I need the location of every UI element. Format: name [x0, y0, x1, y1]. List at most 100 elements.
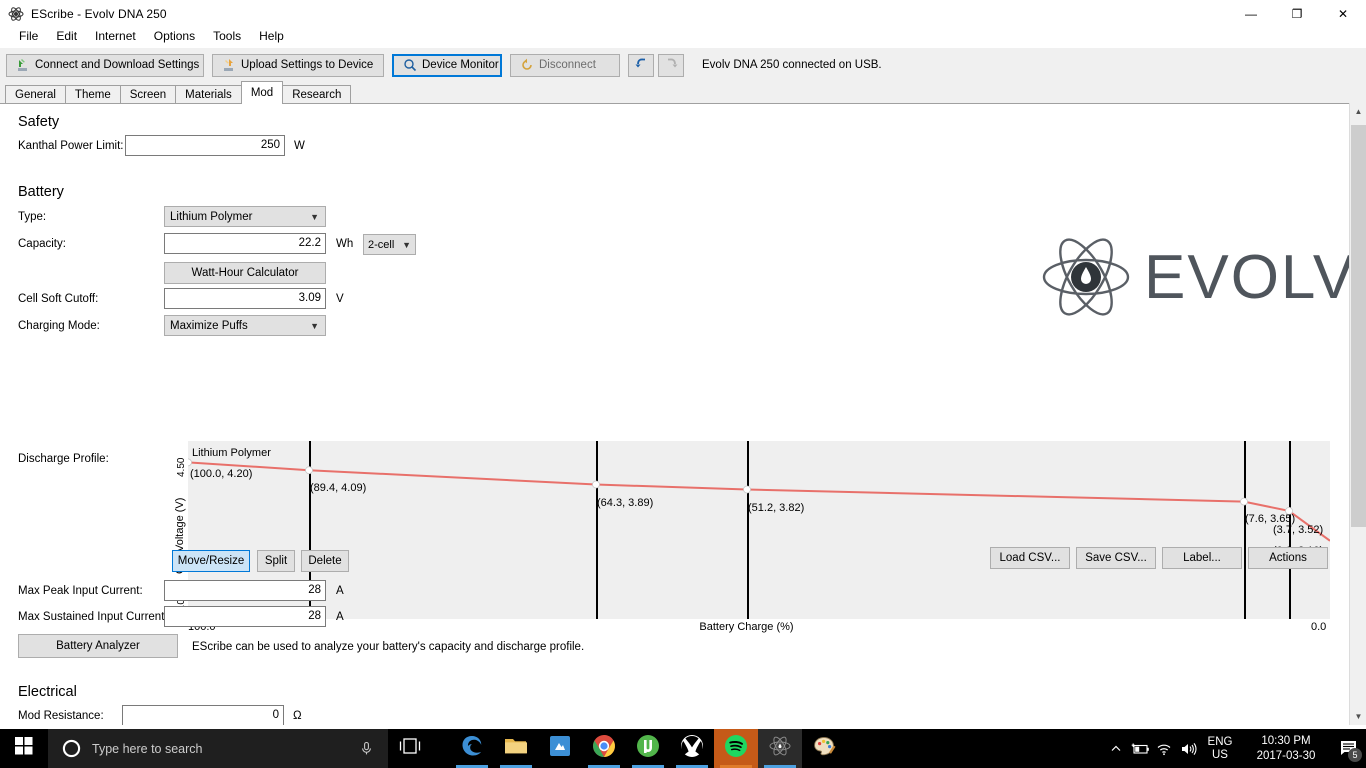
minimize-button[interactable]: — [1228, 0, 1274, 28]
scroll-down-button[interactable]: ▼ [1350, 708, 1366, 725]
mod-resistance-input[interactable]: 0 [122, 705, 284, 725]
download-icon [16, 58, 30, 72]
taskbar-app-spotify[interactable] [714, 729, 758, 768]
tab-screen[interactable]: Screen [120, 85, 176, 104]
mod-resistance-unit: Ω [293, 710, 302, 722]
redo-button[interactable] [658, 54, 684, 77]
battery-type-label: Type: [18, 211, 46, 223]
microphone-icon[interactable] [359, 741, 374, 756]
discharge-profile-chart[interactable]: 4.50 2.00 Cell Voltage (V) [163, 441, 1330, 635]
battery-cell-count-select[interactable]: 2-cell ▼ [363, 234, 416, 255]
tab-mod[interactable]: Mod [241, 81, 283, 104]
search-input[interactable]: Type here to search [48, 729, 388, 768]
watt-hour-calculator-button[interactable]: Watt-Hour Calculator [164, 262, 326, 284]
undo-arrow-icon [634, 55, 649, 75]
disconnect-button[interactable]: Disconnect [510, 54, 620, 77]
cortana-circle-icon [62, 739, 81, 758]
action-center-button[interactable]: 5 [1332, 729, 1364, 768]
label-button[interactable]: Label... [1162, 547, 1242, 569]
menu-file[interactable]: File [10, 27, 47, 45]
delete-button[interactable]: Delete [301, 550, 349, 572]
chart-plot-area[interactable]: Lithium Polymer (100.0, 4.20) (89.4, 4.0… [188, 441, 1330, 619]
taskbar-app-edge[interactable] [450, 729, 494, 768]
device-monitor-label: Device Monitor [422, 59, 499, 71]
windows-taskbar: Type here to search [0, 729, 1366, 768]
evolv-logo: EVOLV [1040, 234, 1356, 320]
language-line-1: ENG [1200, 736, 1240, 749]
scrollbar-thumb[interactable] [1351, 125, 1366, 527]
battery-analyzer-button[interactable]: Battery Analyzer [18, 634, 178, 658]
clock[interactable]: 10:30 PM 2017-03-30 [1240, 734, 1332, 764]
menu-help[interactable]: Help [250, 27, 293, 45]
battery-type-value: Lithium Polymer [170, 211, 252, 223]
tab-theme[interactable]: Theme [65, 85, 121, 104]
taskbar-app-store[interactable] [538, 729, 582, 768]
window-titlebar: EScribe - Evolv DNA 250 — ❐ ✕ [0, 0, 1366, 28]
menu-internet[interactable]: Internet [86, 27, 145, 45]
volume-icon[interactable] [1176, 729, 1200, 768]
max-peak-input-current-label: Max Peak Input Current: [18, 585, 143, 597]
upload-settings-button[interactable]: Upload Settings to Device [212, 54, 384, 77]
battery-capacity-input[interactable]: 22.2 [164, 233, 326, 254]
taskbar-app-chrome[interactable] [582, 729, 626, 768]
cell-soft-cutoff-input[interactable]: 3.09 [164, 288, 326, 309]
save-csv-button[interactable]: Save CSV... [1076, 547, 1156, 569]
language-indicator[interactable]: ENG US [1200, 736, 1240, 762]
taskbar-app-file-explorer[interactable] [494, 729, 538, 768]
xbox-icon [680, 734, 704, 763]
undo-button[interactable] [628, 54, 654, 77]
device-monitor-button[interactable]: Device Monitor [392, 54, 502, 77]
connect-download-settings-button[interactable]: Connect and Download Settings [6, 54, 204, 77]
charging-mode-select[interactable]: Maximize Puffs ▼ [164, 315, 326, 336]
actions-button[interactable]: Actions [1248, 547, 1328, 569]
scroll-up-button[interactable]: ▲ [1350, 103, 1366, 120]
battery-type-select[interactable]: Lithium Polymer ▼ [164, 206, 326, 227]
upload-icon [222, 58, 236, 72]
discharge-profile-label: Discharge Profile: [18, 453, 109, 465]
battery-charging-icon[interactable] [1128, 729, 1152, 768]
discharge-curve [188, 441, 1330, 619]
battery-capacity-unit: Wh [336, 238, 353, 250]
store-icon [549, 735, 571, 762]
tab-materials[interactable]: Materials [175, 85, 242, 104]
paint-icon [812, 734, 836, 763]
split-button[interactable]: Split [257, 550, 295, 572]
tab-general[interactable]: General [5, 85, 66, 104]
max-sustained-input-current-input[interactable]: 28 [164, 606, 326, 627]
close-button[interactable]: ✕ [1320, 0, 1366, 28]
taskbar-app-paint[interactable] [802, 729, 846, 768]
refresh-icon [520, 58, 534, 72]
charging-mode-value: Maximize Puffs [170, 320, 248, 332]
load-csv-button[interactable]: Load CSV... [990, 547, 1070, 569]
redo-arrow-icon [664, 55, 679, 75]
menu-options[interactable]: Options [145, 27, 204, 45]
start-button[interactable] [0, 729, 48, 768]
search-placeholder: Type here to search [92, 742, 202, 756]
menu-edit[interactable]: Edit [47, 27, 86, 45]
move-resize-button[interactable]: Move/Resize [172, 550, 250, 572]
notification-count-badge: 5 [1348, 748, 1362, 762]
taskbar-app-utorrent[interactable] [626, 729, 670, 768]
show-hidden-icons-icon[interactable] [1104, 729, 1128, 768]
chrome-icon [592, 734, 616, 763]
file-explorer-icon [504, 736, 528, 761]
task-view-icon [399, 738, 421, 759]
max-sustained-input-current-label: Max Sustained Input Current: [18, 611, 168, 623]
kanthal-power-limit-unit: W [294, 140, 305, 152]
point-label-5: (3.7, 3.52) [1273, 524, 1323, 536]
menu-tools[interactable]: Tools [204, 27, 250, 45]
wifi-icon[interactable] [1152, 729, 1176, 768]
taskbar-app-escribe[interactable] [758, 729, 802, 768]
mod-resistance-label: Mod Resistance: [18, 710, 104, 722]
vertical-scrollbar[interactable]: ▲ ▼ [1349, 103, 1366, 725]
battery-capacity-label: Capacity: [18, 238, 66, 250]
kanthal-power-limit-input[interactable]: 250 [125, 135, 285, 156]
maximize-button[interactable]: ❐ [1274, 0, 1320, 28]
max-peak-input-current-input[interactable]: 28 [164, 580, 326, 601]
tab-research[interactable]: Research [282, 85, 351, 104]
task-view-button[interactable] [388, 729, 432, 768]
taskbar-app-xbox[interactable] [670, 729, 714, 768]
mod-tab-panel: EVOLV Safety Kanthal Power Limit: 250 W … [0, 103, 1366, 725]
point-label-3: (51.2, 3.82) [748, 502, 804, 514]
cell-soft-cutoff-unit: V [336, 293, 344, 305]
